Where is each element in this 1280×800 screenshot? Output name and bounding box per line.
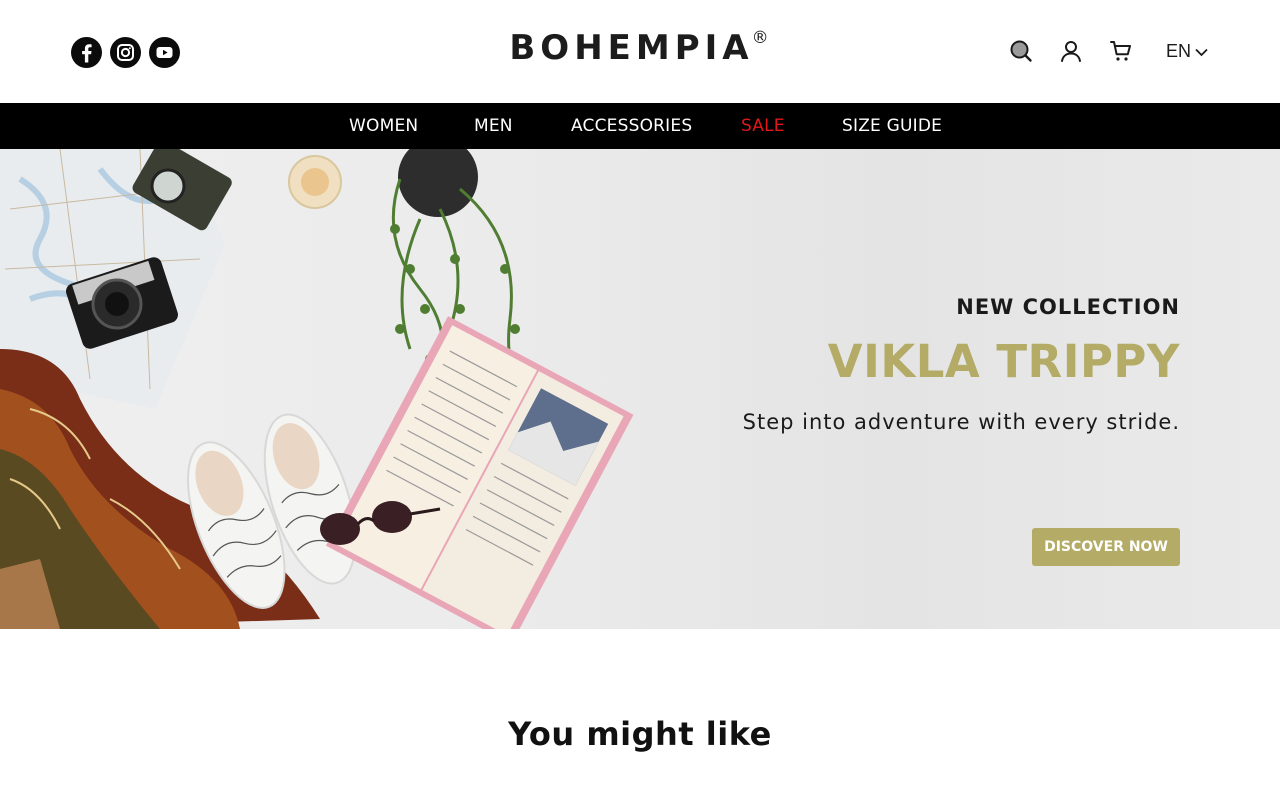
nav-item-women[interactable]: WOMEN [349, 103, 418, 149]
hero-eyebrow: NEW COLLECTION [956, 295, 1180, 319]
main-navigation: WOMEN MEN ACCESSORIES SALE SIZE GUIDE [0, 103, 1280, 149]
nav-item-sale[interactable]: SALE [741, 103, 785, 149]
hero-image [0, 149, 634, 629]
cart-icon[interactable] [1106, 36, 1136, 66]
search-icon[interactable] [1006, 36, 1036, 66]
hero-subtitle: Step into adventure with every stride. [742, 410, 1180, 434]
language-label: EN [1166, 40, 1192, 61]
discover-now-button[interactable]: DISCOVER NOW [1032, 528, 1180, 566]
hero-title: VIKLA TRIPPY [827, 335, 1180, 388]
section-title: You might like [508, 715, 772, 753]
language-selector[interactable]: EN [1166, 41, 1208, 62]
site-header: BOHEMPIA® EN [0, 0, 1280, 103]
nav-item-size-guide[interactable]: SIZE GUIDE [842, 103, 942, 149]
user-icon[interactable] [1056, 36, 1086, 66]
chevron-down-icon [1195, 41, 1208, 62]
header-utilities: EN [1006, 36, 1208, 66]
hero-banner: NEW COLLECTION VIKLA TRIPPY Step into ad… [0, 149, 1280, 629]
brand-name: BOHEMPIA [509, 28, 754, 68]
nav-item-men[interactable]: MEN [474, 103, 513, 149]
registered-mark: ® [751, 28, 769, 48]
nav-item-accessories[interactable]: ACCESSORIES [571, 103, 692, 149]
